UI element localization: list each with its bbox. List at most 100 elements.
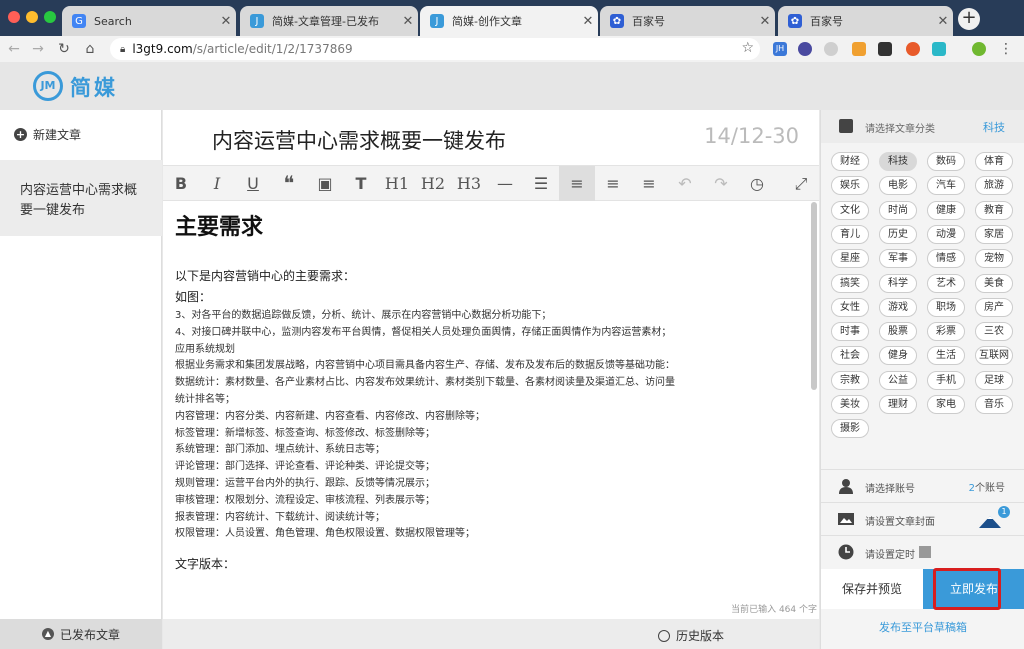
category-tag[interactable]: 宗教 (831, 370, 869, 390)
maximize-window-button[interactable] (44, 11, 56, 23)
align-right-icon[interactable]: ≡ (631, 166, 667, 201)
category-tag[interactable]: 房产 (975, 297, 1013, 317)
extension-orb-icon[interactable] (798, 42, 812, 56)
category-tag[interactable]: 体育 (975, 152, 1013, 171)
browser-tab-create[interactable]: J 简媒-创作文章 ✕ (420, 6, 598, 36)
article-title-input[interactable]: 内容运营中心需求概要一键发布 (212, 125, 506, 155)
text-style-icon[interactable]: T (343, 166, 379, 201)
category-tag[interactable]: 科技 (879, 152, 917, 171)
cover-selector[interactable]: 请设置文章封面 1 (821, 502, 1024, 534)
category-tag[interactable]: 军事 (879, 249, 917, 269)
category-tag[interactable]: 互联网 (975, 346, 1013, 366)
extension-tools-icon[interactable] (906, 42, 920, 56)
extension-qrcode-icon[interactable] (878, 42, 892, 56)
heading2-icon[interactable]: H2 (415, 166, 451, 201)
minimize-window-button[interactable] (26, 11, 38, 23)
reload-icon[interactable]: ↻ (54, 39, 74, 59)
category-tag[interactable]: 教育 (975, 200, 1013, 220)
category-tag[interactable]: 财经 (831, 152, 869, 171)
bookmark-star-icon[interactable]: ☆ (741, 40, 754, 56)
forward-icon[interactable]: → (28, 39, 48, 59)
category-tag[interactable]: 家电 (927, 395, 965, 414)
extension-react-icon[interactable] (824, 42, 838, 56)
browser-tab-baijiahao-1[interactable]: ✿ 百家号 ✕ (600, 6, 775, 36)
account-selector[interactable]: 请选择账号 2个账号 (821, 469, 1024, 501)
close-window-button[interactable] (8, 11, 20, 23)
heading1-icon[interactable]: H1 (379, 166, 415, 201)
category-tag[interactable]: 时尚 (879, 200, 917, 220)
save-and-preview-button[interactable]: 保存并预览 (821, 569, 923, 609)
editor-scrollbar[interactable] (811, 202, 817, 390)
bold-icon[interactable]: B (163, 166, 199, 201)
category-tag[interactable]: 摄影 (831, 419, 869, 439)
published-articles-button[interactable]: ▲ 已发布文章 (0, 619, 162, 649)
address-bar[interactable]: 🔒︎ l3gt9.com/s/article/edit/1/2/1737869 … (110, 38, 760, 60)
app-logo-text[interactable]: 简媒 (70, 72, 118, 102)
horizontal-rule-icon[interactable]: — (487, 166, 523, 201)
category-tag[interactable]: 汽车 (927, 176, 965, 196)
close-tab-icon[interactable]: ✕ (578, 14, 598, 29)
browser-tab-baijiahao-2[interactable]: ✿ 百家号 ✕ (778, 6, 953, 36)
close-tab-icon[interactable]: ✕ (216, 14, 236, 29)
category-tag[interactable]: 星座 (831, 249, 869, 269)
quote-icon[interactable]: ❝ (271, 166, 307, 201)
new-tab-button[interactable]: + (958, 8, 980, 30)
schedule-selector[interactable]: 请设置定时 (821, 535, 1024, 567)
category-selector[interactable]: 请选择文章分类 科技 (821, 110, 1024, 143)
category-tag[interactable]: 娱乐 (831, 176, 869, 196)
heading3-icon[interactable]: H3 (451, 166, 487, 201)
home-icon[interactable]: ⌂ (80, 39, 100, 59)
close-tab-icon[interactable]: ✕ (398, 14, 418, 29)
category-tag[interactable]: 健身 (879, 346, 917, 366)
category-tag[interactable]: 科学 (879, 273, 917, 293)
align-center-icon[interactable]: ≡ (595, 166, 631, 201)
close-tab-icon[interactable]: ✕ (933, 14, 953, 29)
jianmei-logo-icon[interactable]: JM (33, 71, 63, 101)
category-tag[interactable]: 时事 (831, 322, 869, 342)
category-tag[interactable]: 女性 (831, 297, 869, 317)
category-tag[interactable]: 职场 (927, 297, 965, 317)
category-tag[interactable]: 手机 (927, 370, 965, 390)
italic-icon[interactable]: I (199, 166, 235, 201)
category-tag[interactable]: 游戏 (879, 297, 917, 317)
extension-chat-icon[interactable] (932, 42, 946, 56)
extension-box-icon[interactable] (852, 42, 866, 56)
category-tag[interactable]: 数码 (927, 152, 965, 171)
align-left-icon[interactable]: ≡ (559, 166, 595, 201)
clock-history-icon[interactable]: ◷ (739, 166, 775, 201)
back-icon[interactable]: ← (4, 39, 24, 59)
category-tag[interactable]: 艺术 (927, 273, 965, 293)
category-tag[interactable]: 文化 (831, 200, 869, 220)
redo-icon[interactable]: ↷ (703, 166, 739, 201)
new-article-button[interactable]: + 新建文章 (14, 126, 81, 143)
fullscreen-icon[interactable]: ⤢ (783, 166, 819, 201)
sidebar-article-item[interactable]: 内容运营中心需求概要一键发布 (0, 160, 162, 236)
category-tag[interactable]: 彩票 (927, 322, 965, 342)
extension-jh-icon[interactable]: JH (773, 42, 787, 56)
editor-content[interactable]: 主要需求 以下是内容营销中心的主要需求： 如图： 3、对各平台的数据追踪做反馈，… (163, 202, 808, 618)
category-tag[interactable]: 家居 (975, 224, 1013, 244)
category-tag[interactable]: 生活 (927, 346, 965, 366)
category-tag[interactable]: 历史 (879, 224, 917, 244)
category-tag[interactable]: 足球 (975, 370, 1013, 390)
underline-icon[interactable]: U (235, 166, 271, 201)
category-tag[interactable]: 搞笑 (831, 273, 869, 293)
category-tag[interactable]: 美食 (975, 273, 1013, 293)
history-version-button[interactable]: 历史版本 (658, 627, 724, 644)
category-tag[interactable]: 理财 (879, 395, 917, 414)
category-tag[interactable]: 健康 (927, 200, 965, 220)
category-tag[interactable]: 公益 (879, 370, 917, 390)
bullet-list-icon[interactable]: ☰ (523, 166, 559, 201)
publish-to-draft-link[interactable]: 发布至平台草稿箱 (821, 619, 1024, 635)
category-tag[interactable]: 电影 (879, 176, 917, 196)
menu-dots-icon[interactable]: ⋮ (996, 39, 1016, 59)
category-tag[interactable]: 情感 (927, 249, 965, 269)
browser-tab-published[interactable]: J 简媒-文章管理-已发布 ✕ (240, 6, 418, 36)
category-tag[interactable]: 股票 (879, 322, 917, 342)
image-icon[interactable]: ▣ (307, 166, 343, 201)
category-tag[interactable]: 社会 (831, 346, 869, 366)
category-tag[interactable]: 动漫 (927, 224, 965, 244)
category-tag[interactable]: 旅游 (975, 176, 1013, 196)
category-tag[interactable]: 宠物 (975, 249, 1013, 269)
profile-avatar-icon[interactable] (972, 42, 986, 56)
